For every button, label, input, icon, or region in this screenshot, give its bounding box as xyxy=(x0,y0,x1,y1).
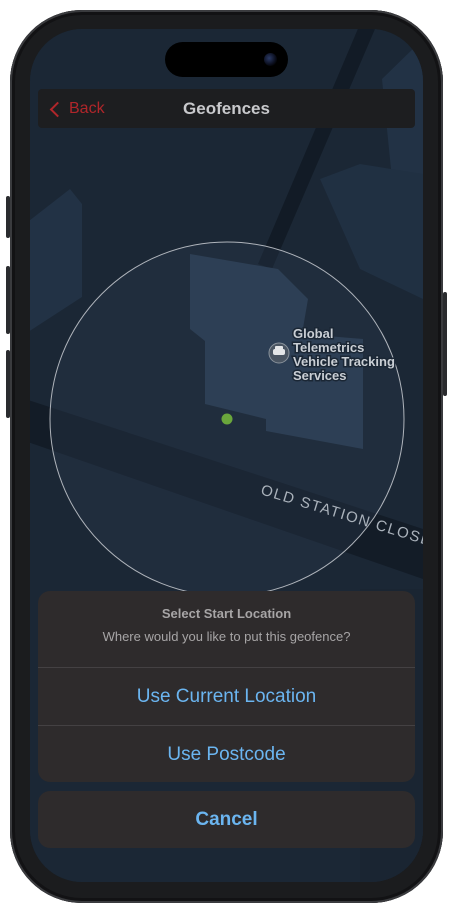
power-button xyxy=(443,292,447,396)
use-current-location-button[interactable]: Use Current Location xyxy=(38,668,415,726)
action-sheet: Select Start Location Where would you li… xyxy=(38,591,415,782)
poi-label-line: Vehicle Tracking xyxy=(293,354,395,369)
action-button xyxy=(6,196,10,238)
action-sheet-message: Where would you like to put this geofenc… xyxy=(102,629,351,644)
nav-bar: Back Geofences xyxy=(38,89,415,128)
use-postcode-button[interactable]: Use Postcode xyxy=(38,726,415,782)
screen: Global Telemetrics Vehicle Tracking Serv… xyxy=(30,29,423,882)
poi-label-line: Telemetrics xyxy=(293,340,364,355)
camera-icon xyxy=(264,53,277,66)
volume-down-button xyxy=(6,350,10,418)
geofence-center-marker[interactable] xyxy=(221,413,233,425)
volume-up-button xyxy=(6,266,10,334)
dynamic-island xyxy=(165,42,288,77)
car-icon[interactable] xyxy=(268,342,290,364)
poi-label-line: Global xyxy=(293,326,333,341)
page-title: Geofences xyxy=(183,99,270,118)
action-sheet-title: Select Start Location xyxy=(161,606,292,621)
poi-label-line: Services xyxy=(293,368,347,383)
cancel-button[interactable]: Cancel xyxy=(38,791,415,848)
action-sheet-header: Select Start Location Where would you li… xyxy=(38,591,415,668)
